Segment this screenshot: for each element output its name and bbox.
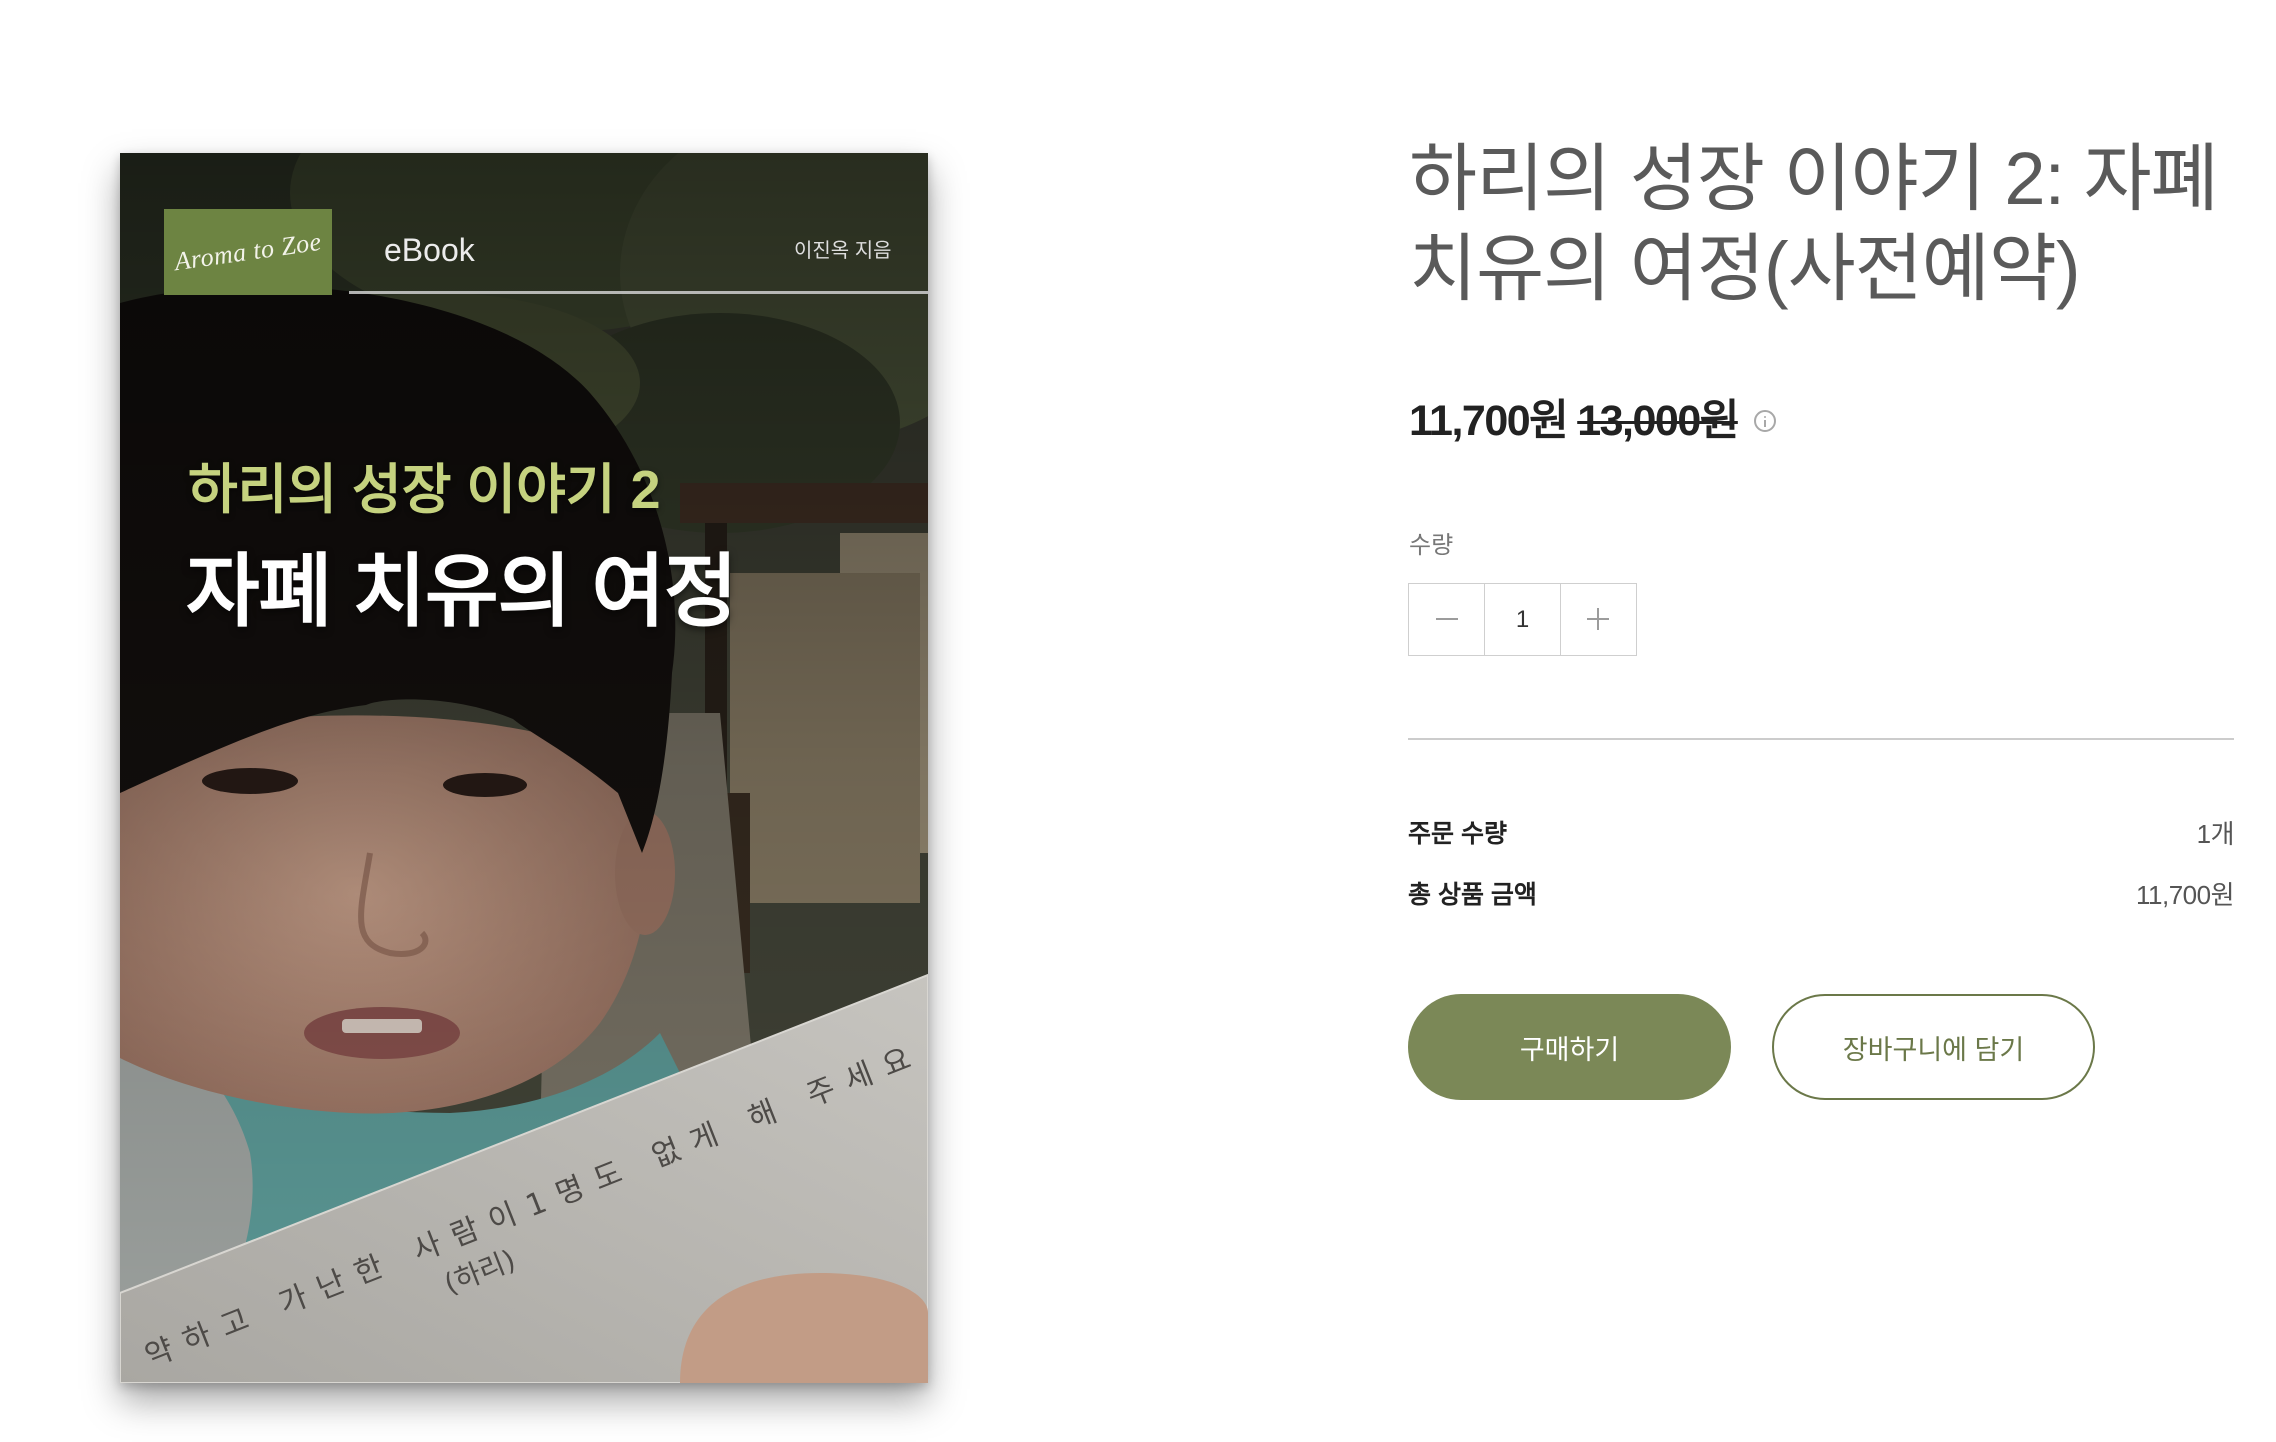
product-page: 약하고 가난한 사람이1명도 없게 해 주세요 (하리) Aroma to Zo… <box>0 0 2276 1442</box>
plus-icon <box>1587 608 1609 630</box>
info-icon[interactable] <box>1753 410 1776 432</box>
total-price-row: 총 상품 금액 11,700원 <box>1408 877 2235 913</box>
sale-price: 11,700원 <box>1409 397 1569 445</box>
format-label: eBook <box>384 232 475 268</box>
quantity-decrease-button[interactable] <box>1409 584 1485 655</box>
minus-icon <box>1436 618 1458 620</box>
order-quantity-row: 주문 수량 1개 <box>1408 816 2235 852</box>
book-cover: 약하고 가난한 사람이1명도 없게 해 주세요 (하리) Aroma to Zo… <box>120 153 928 1383</box>
add-to-cart-button[interactable]: 장바구니에 담기 <box>1772 994 2095 1100</box>
publisher-logo-text: Aroma to Zoe <box>172 226 324 277</box>
cover-divider <box>349 291 928 294</box>
publisher-logo: Aroma to Zoe <box>164 209 332 295</box>
total-price-label: 총 상품 금액 <box>1408 881 1537 909</box>
summary-divider <box>1408 738 2234 740</box>
original-price: 13,000원 <box>1577 397 1739 445</box>
total-price-value: 11,700원 <box>2135 880 2235 910</box>
order-quantity-label: 주문 수량 <box>1408 820 1507 848</box>
cover-photo: 약하고 가난한 사람이1명도 없게 해 주세요 (하리) <box>120 153 928 1383</box>
quantity-input[interactable] <box>1485 584 1560 655</box>
cover-main-title: 자폐 치유의 여정 <box>186 547 738 636</box>
author-credit: 이진옥 지음 <box>794 240 892 262</box>
quantity-label: 수량 <box>1409 532 1454 559</box>
price-row: 11,700원 13,000원 <box>1409 395 1776 447</box>
order-quantity-value: 1개 <box>2196 819 2235 849</box>
quantity-stepper <box>1408 583 1637 656</box>
buy-button[interactable]: 구매하기 <box>1408 994 1731 1100</box>
product-title: 하리의 성장 이야기 2: 자폐 치유의 여정(사전예약) <box>1409 137 2219 310</box>
cover-series-title: 하리의 성장 이야기 2 <box>188 460 661 520</box>
quantity-increase-button[interactable] <box>1560 584 1636 655</box>
